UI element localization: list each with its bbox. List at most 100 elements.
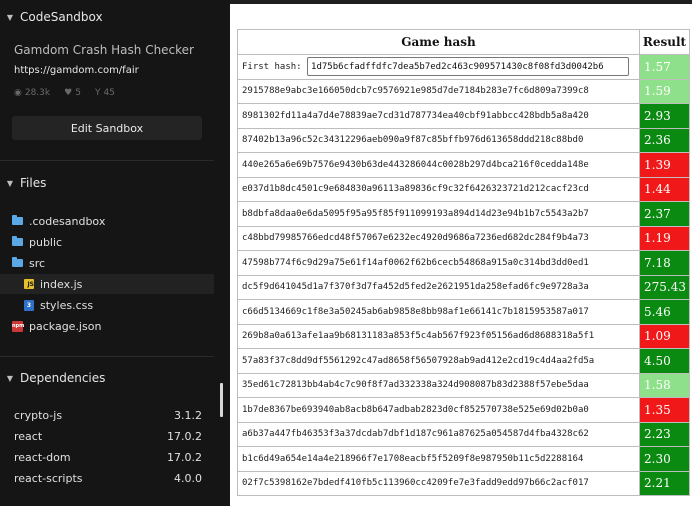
result-cell: 4.50 xyxy=(639,348,690,374)
forks-count: 45 xyxy=(103,88,115,98)
first-hash-input[interactable] xyxy=(307,57,630,77)
dependency-row[interactable]: react-dom 17.0.2 xyxy=(14,447,202,467)
result-cell: 1.58 xyxy=(639,372,690,398)
heart-icon: ♥ xyxy=(64,88,73,98)
dependency-row[interactable]: crypto-js 3.1.2 xyxy=(14,405,202,425)
dependency-version: 17.0.2 xyxy=(167,450,202,464)
table-row: 87402b13a96c52c34312296aeb090a9f87c85bff… xyxy=(237,127,690,153)
caret-down-icon: ▼ xyxy=(6,12,14,22)
hash-cell: 2915788e9abc3e166050dcb7c9576921e985d7de… xyxy=(237,78,640,104)
table-row: 269b8a0a613afe1aa9b68131183a853f5c4ab567… xyxy=(237,323,690,349)
js-file-icon: JS xyxy=(24,279,34,289)
result-cell: 2.21 xyxy=(639,470,690,496)
result-cell: 2.37 xyxy=(639,201,690,227)
project-title: Gamdom Crash Hash Checker xyxy=(14,43,194,57)
file-tree-item-label: src xyxy=(29,256,46,270)
table-row: c66d5134669c1f8e3a50245ab6ab9858e8bb98af… xyxy=(237,299,690,325)
css-file-icon: 3 xyxy=(24,299,34,311)
first-hash-row: First hash: 1.57 xyxy=(237,54,690,80)
file-tree-item-package-json[interactable]: npm package.json xyxy=(0,316,214,336)
file-tree-item-label: styles.css xyxy=(40,298,94,312)
hash-cell: 1b7de8367be693940ab8acb8b647adbab2823d0c… xyxy=(237,397,640,423)
file-tree-item-styles-css[interactable]: 3 styles.css xyxy=(0,295,214,315)
first-hash-label: First hash: xyxy=(242,61,302,72)
hash-cell: b8dbfa8daa0e6da5095f95a95f85f911099193a8… xyxy=(237,201,640,227)
file-tree-item-label: package.json xyxy=(29,319,102,333)
result-cell: 1.19 xyxy=(639,225,690,251)
file-tree-item-label: public xyxy=(29,235,63,249)
divider xyxy=(0,356,214,357)
table-row: b1c6d49a654e14a4e218966f7e1708eacbf5f520… xyxy=(237,446,690,472)
column-header-game-hash: Game hash xyxy=(237,29,640,55)
fork-icon: Y xyxy=(94,88,101,98)
dependency-name: react-scripts xyxy=(14,471,83,485)
result-cell: 2.30 xyxy=(639,446,690,472)
result-cell: 1.44 xyxy=(639,176,690,202)
hash-cell: 35ed61c72813bb4ab4c7c90f8f7ad332338a324d… xyxy=(237,372,640,398)
result-cell: 2.36 xyxy=(639,127,690,153)
hash-cell: 57a83f37c8dd9df5561292c47ad8658f56507928… xyxy=(237,348,640,374)
views-stat: ◉ 28.3k xyxy=(14,88,50,98)
folder-open-icon xyxy=(12,257,23,267)
edit-sandbox-button[interactable]: Edit Sandbox xyxy=(12,116,202,140)
dependency-row[interactable]: react-scripts 4.0.0 xyxy=(14,468,202,488)
file-tree-item-codesandbox-folder[interactable]: .codesandbox xyxy=(0,211,214,231)
project-stats: ◉ 28.3k ♥ 5 Y 45 xyxy=(14,88,115,98)
folder-icon xyxy=(12,236,23,246)
table-row: 1b7de8367be693940ab8acb8b647adbab2823d0c… xyxy=(237,397,690,423)
hash-cell: 440e265a6e69b7576e9430b63de443286044c002… xyxy=(237,152,640,178)
result-cell: 1.09 xyxy=(639,323,690,349)
file-tree-item-label: index.js xyxy=(40,277,83,291)
preview-pane: Game hash Result First hash: 1.57 291578… xyxy=(230,4,692,506)
table-row: b8dbfa8daa0e6da5095f95a95f85f911099193a8… xyxy=(237,201,690,227)
hash-cell: dc5f9d641045d1a7f370f3d7fa452d5fed2e2621… xyxy=(237,274,640,300)
file-tree-item-public-folder[interactable]: public xyxy=(0,232,214,252)
result-cell: 5.46 xyxy=(639,299,690,325)
table-row: 47598b774f6c9d29a75e61f14af0062f62b6cecb… xyxy=(237,250,690,276)
forks-stat: Y 45 xyxy=(95,88,115,98)
eye-icon: ◉ xyxy=(14,88,22,98)
pane-splitter[interactable] xyxy=(214,0,230,506)
project-url[interactable]: https://gamdom.com/fair xyxy=(14,65,139,76)
hash-cell: 269b8a0a613afe1aa9b68131183a853f5c4ab567… xyxy=(237,323,640,349)
dependency-version: 17.0.2 xyxy=(167,429,202,443)
section-dependencies[interactable]: ▼ Dependencies xyxy=(0,365,214,391)
hash-cell: b1c6d49a654e14a4e218966f7e1708eacbf5f520… xyxy=(237,446,640,472)
result-cell: 1.35 xyxy=(639,397,690,423)
table-row: 2915788e9abc3e166050dcb7c9576921e985d7de… xyxy=(237,78,690,104)
result-cell: 1.59 xyxy=(639,78,690,104)
table-row: 35ed61c72813bb4ab4c7c90f8f7ad332338a324d… xyxy=(237,372,690,398)
section-files[interactable]: ▼ Files xyxy=(0,170,214,196)
hash-cell: 87402b13a96c52c34312296aeb090a9f87c85bff… xyxy=(237,127,640,153)
section-codesandbox[interactable]: ▼ CodeSandbox xyxy=(0,4,214,30)
hash-cell: 02f7c5398162e7bdedf410fb5c113960cc4209fe… xyxy=(237,470,640,496)
result-cell: 7.18 xyxy=(639,250,690,276)
file-tree-item-label: .codesandbox xyxy=(29,214,106,228)
dependency-name: react xyxy=(14,429,43,443)
section-files-label: Files xyxy=(20,176,47,190)
section-codesandbox-label: CodeSandbox xyxy=(20,10,103,24)
likes-stat: ♥ 5 xyxy=(64,88,81,98)
npm-package-icon: npm xyxy=(12,320,24,332)
views-count: 28.3k xyxy=(24,88,51,98)
file-tree-item-index-js[interactable]: JS index.js xyxy=(0,274,214,294)
result-cell: 2.23 xyxy=(639,421,690,447)
result-cell: 275.43 xyxy=(639,274,690,300)
caret-down-icon: ▼ xyxy=(6,178,14,188)
dependency-version: 3.1.2 xyxy=(174,408,202,422)
table-row: c48bbd79985766edcd48f57067e6232ec4920d96… xyxy=(237,225,690,251)
folder-icon xyxy=(12,215,23,225)
table-row: 440e265a6e69b7576e9430b63de443286044c002… xyxy=(237,152,690,178)
hash-cell: 8981302fd11a4a7d4e78839ae7cd31d787734ea4… xyxy=(237,103,640,129)
caret-down-icon: ▼ xyxy=(6,373,14,383)
file-tree-item-src-folder[interactable]: src xyxy=(0,253,214,273)
first-hash-cell: First hash: xyxy=(237,54,640,80)
hash-results-table: Game hash Result First hash: 1.57 291578… xyxy=(237,29,690,496)
sidebar-scrollbar[interactable] xyxy=(220,383,223,417)
section-dependencies-label: Dependencies xyxy=(20,371,106,385)
table-row: dc5f9d641045d1a7f370f3d7fa452d5fed2e2621… xyxy=(237,274,690,300)
dependency-row[interactable]: react 17.0.2 xyxy=(14,426,202,446)
dependency-version: 4.0.0 xyxy=(174,471,202,485)
result-cell: 1.57 xyxy=(639,54,690,80)
table-row: 57a83f37c8dd9df5561292c47ad8658f56507928… xyxy=(237,348,690,374)
